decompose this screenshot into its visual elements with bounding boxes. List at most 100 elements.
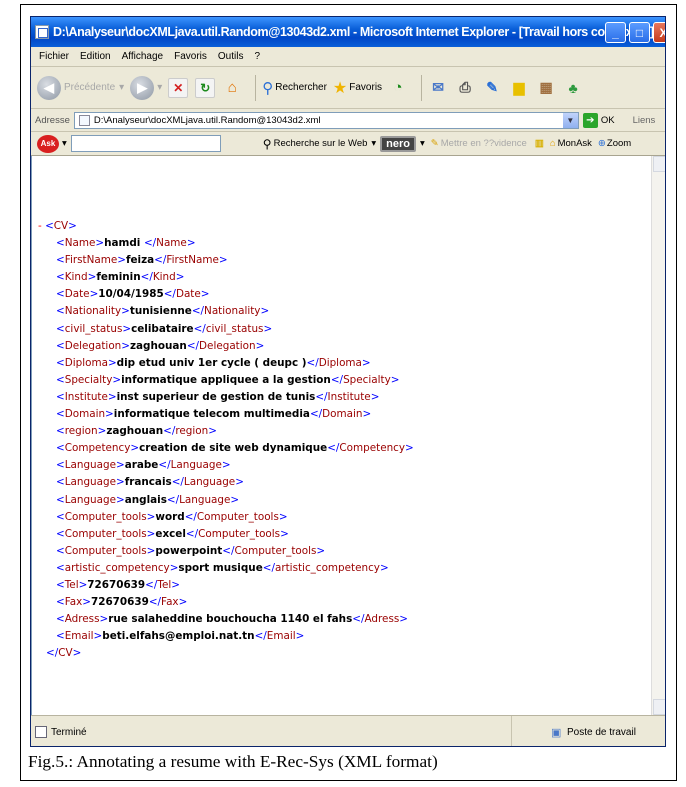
close-button[interactable]: X (653, 22, 665, 43)
xml-value: zaghouan (129, 339, 187, 352)
highlight-label[interactable]: Mettre en ??vidence (441, 138, 527, 149)
xml-open-tag: Tel (64, 578, 79, 591)
xml-element-line: <Domain>informatique telecom multimedia<… (56, 408, 372, 421)
scroll-up-button[interactable] (653, 156, 665, 172)
xml-element-line: <Date>10/04/1985</Date> (56, 288, 210, 301)
go-label[interactable]: OK (601, 115, 615, 126)
search-button[interactable]: ⚲ Rechercher (262, 79, 327, 97)
xml-close-tag: Date (175, 288, 201, 301)
forward-arrow-icon: ▶ (130, 75, 155, 100)
xml-value: informatique telecom multimedia (113, 408, 310, 421)
xml-element-line: <FirstName>feiza</FirstName> (56, 254, 228, 267)
xml-value: beti.elfahs@emploi.nat.tn (102, 630, 255, 643)
minimize-button[interactable]: _ (605, 22, 626, 43)
vertical-scrollbar[interactable] (651, 156, 665, 715)
menu-favoris[interactable]: Favoris (174, 51, 207, 62)
xml-value: creation de site web dynamique (139, 442, 328, 455)
menu-bar: Fichier Edition Affichage Favoris Outils… (31, 47, 665, 67)
xml-close-tag: Language (170, 459, 222, 472)
xml-open-tag: FirstName (64, 254, 118, 267)
zoom-label[interactable]: Zoom (607, 138, 631, 149)
xml-close-tag: Tel (157, 578, 172, 591)
xml-close-tag: Language (183, 476, 236, 489)
links-label[interactable]: Liens (633, 115, 656, 126)
stop-icon[interactable]: ✕ (168, 77, 189, 98)
notepad-icon[interactable]: ▥ (535, 138, 544, 149)
xml-value: hamdi (104, 237, 144, 250)
xml-value: word (155, 510, 185, 523)
xml-open-tag: Computer_tools (64, 510, 147, 523)
xml-element-line: <Email>beti.elfahs@emploi.nat.tn</Email> (56, 630, 305, 643)
maximize-button[interactable]: □ (629, 22, 650, 43)
messenger-icon[interactable]: ♣ (563, 78, 583, 98)
xml-element-line: <Computer_tools>excel</Computer_tools> (56, 527, 289, 540)
nero-logo[interactable]: nero (380, 135, 417, 152)
xml-open-tag: Computer_tools (64, 527, 147, 540)
mail-icon[interactable]: ✉ (428, 78, 448, 98)
xml-open-tag: Diploma (64, 356, 108, 369)
xml-close-tag: Email (266, 630, 296, 643)
xml-close-tag: civil_status (205, 322, 264, 335)
favorites-button[interactable]: ★ Favoris (333, 78, 382, 98)
myask-label[interactable]: MonAsk (558, 138, 592, 149)
search-label: Rechercher (275, 82, 327, 93)
history-icon[interactable]: ◔ (388, 78, 408, 98)
print-icon[interactable]: ⎙ (455, 78, 475, 98)
xml-element-line: <Institute>inst superieur de gestion de … (56, 390, 380, 403)
browser-window: D:\Analyseur\docXMLjava.util.Random@1304… (30, 16, 666, 747)
ask-dropdown-icon[interactable]: ▾ (62, 138, 67, 149)
forward-button[interactable]: ▶ ▾ (130, 75, 163, 100)
zoom-icon: ⊕ (597, 138, 606, 149)
address-bar: Adresse D:\Analyseur\docXMLjava.util.Ran… (31, 109, 665, 132)
xml-value: dip etud univ 1er cycle ( deupc ) (116, 356, 307, 369)
menu-affichage[interactable]: Affichage (122, 51, 164, 62)
refresh-icon[interactable]: ↻ (195, 77, 216, 98)
xml-open-tag: Competency (64, 442, 131, 455)
xml-open-tag: artistic_competency (64, 561, 170, 574)
xml-element-line: <Specialty>informatique appliquee a la g… (56, 373, 400, 386)
menu-edition[interactable]: Edition (80, 51, 111, 62)
xml-element-line: <Nationality>tunisienne</Nationality> (56, 305, 270, 318)
status-text: Terminé (51, 726, 87, 738)
menu-outils[interactable]: Outils (218, 51, 244, 62)
research-icon[interactable]: ▦ (536, 78, 556, 98)
go-arrow-icon[interactable]: ➔ (582, 112, 598, 128)
edit-icon[interactable]: ✎ (482, 78, 502, 98)
xml-open-tag: Nationality (64, 305, 122, 318)
xml-value: arabe (124, 459, 159, 472)
nero-dropdown-icon[interactable]: ▾ (420, 138, 425, 149)
menu-help[interactable]: ? (254, 51, 260, 62)
folder-icon[interactable]: ▆ (509, 78, 529, 98)
back-dropdown-icon: ▾ (119, 82, 125, 93)
home-icon[interactable]: ⌂ (222, 78, 242, 98)
status-bar: Terminé ▣ Poste de travail (31, 715, 665, 746)
menu-fichier[interactable]: Fichier (39, 51, 69, 62)
xml-open-tag: Date (64, 288, 90, 301)
xml-close-tag: region (175, 425, 209, 438)
address-input[interactable]: D:\Analyseur\docXMLjava.util.Random@1304… (73, 111, 579, 129)
ask-search-input[interactable] (70, 135, 221, 152)
xml-value: rue salaheddine bouchoucha 1140 el fahs (108, 613, 353, 626)
highlighter-icon: ✎ (430, 138, 439, 149)
xml-open-tag: Domain (64, 408, 106, 421)
address-dropdown-icon[interactable]: ▼ (562, 112, 578, 128)
ie-page-icon (35, 25, 49, 39)
web-search-dropdown-icon[interactable]: ▾ (371, 138, 376, 149)
xml-open-tag: Computer_tools (64, 544, 147, 557)
xml-value: 10/04/1985 (98, 288, 164, 301)
xml-close-tag: Delegation (199, 339, 256, 352)
page-icon (78, 114, 90, 126)
scroll-down-button[interactable] (653, 699, 665, 715)
xml-element-line: <Diploma>dip etud univ 1er cycle ( deupc… (56, 356, 371, 369)
standard-toolbar: ◀ Précédente ▾ ▶ ▾ ✕ ↻ ⌂ ⚲ Rechercher ★ … (31, 67, 665, 109)
toolbar-separator (255, 74, 257, 101)
web-search-label[interactable]: Recherche sur le Web (274, 138, 368, 149)
collapse-toggle-icon[interactable]: - (38, 220, 45, 232)
back-arrow-icon: ◀ (37, 75, 61, 100)
title-bar: D:\Analyseur\docXMLjava.util.Random@1304… (31, 17, 665, 47)
toolbar-separator-2 (421, 74, 423, 101)
ask-logo[interactable]: Ask (37, 134, 59, 153)
back-button[interactable]: ◀ Précédente ▾ (37, 75, 125, 100)
xml-value: informatique appliquee a la gestion (121, 373, 331, 386)
forward-dropdown-icon: ▾ (157, 82, 163, 93)
